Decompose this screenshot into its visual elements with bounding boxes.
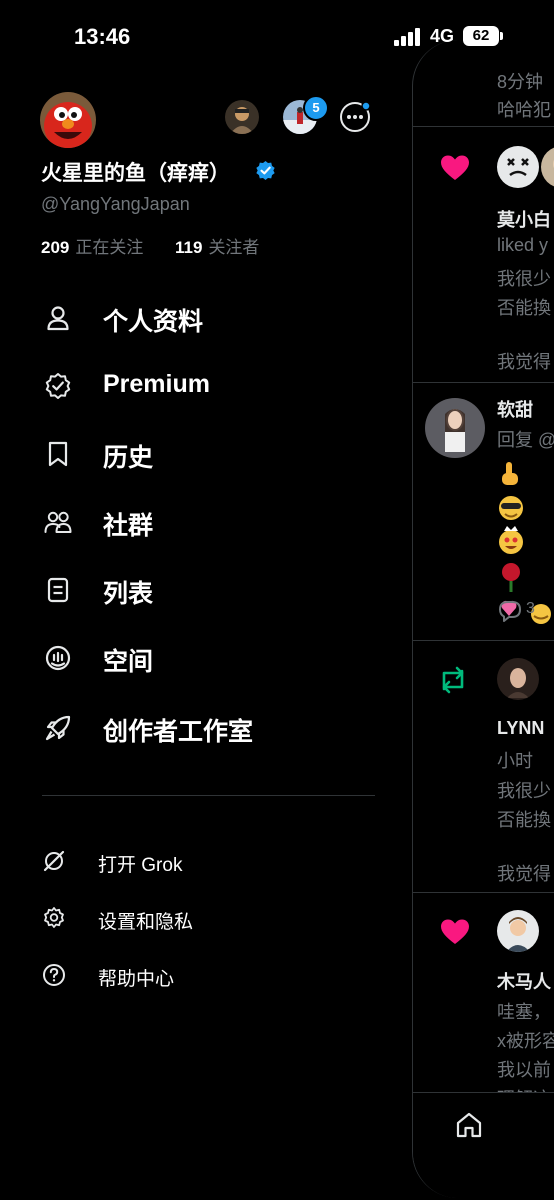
communities-icon: [44, 511, 72, 533]
feed-text: 我觉得: [497, 352, 551, 372]
notification-badge: 5: [303, 95, 329, 121]
avatar-image: [541, 146, 554, 188]
feed-divider: [413, 640, 554, 641]
nav-item-lists[interactable]: 列表: [40, 566, 380, 614]
feed-username: 木马人: [497, 972, 551, 992]
feed-text: x被形容: [497, 1031, 554, 1051]
menu-label: 帮助中心: [98, 969, 175, 990]
person-icon: [47, 306, 69, 331]
user-handle: @YangYangJapan: [41, 194, 190, 214]
network-type: 4G: [430, 26, 455, 46]
status-time: 13:46: [74, 24, 131, 49]
feed-text: 哇塞，: [497, 1002, 551, 1022]
nav-divider: [42, 795, 375, 796]
nav-label: 个人资料: [103, 308, 204, 336]
feed-username: 莫小白: [497, 210, 551, 230]
feed-username: 软甜: [497, 400, 533, 420]
avatar-image: [425, 398, 485, 458]
battery-tip: [500, 32, 503, 40]
timeline-panel[interactable]: 8分钟 哈哈犯 莫小白 liked y 我很少 否能換 我觉得 软甜 回复 @: [412, 40, 554, 1198]
avatar-image: [497, 146, 539, 188]
nav-item-history[interactable]: 历史: [40, 430, 380, 478]
nav-label: 社群: [103, 512, 154, 540]
heart-icon: [441, 919, 469, 944]
nav-label: Premium: [103, 370, 210, 398]
user-avatar[interactable]: [497, 146, 539, 188]
menu-label: 设置和隐私: [98, 912, 194, 933]
menu-label: 打开 Grok: [98, 855, 183, 876]
rocket-icon: [45, 715, 71, 741]
premium-badge-icon: [45, 373, 71, 399]
nav-label: 列表: [103, 580, 154, 608]
help-icon: [43, 964, 65, 986]
feed-text: 我以前: [497, 1060, 551, 1080]
followers-count: 119: [175, 238, 203, 257]
feed-text: 否能換: [497, 810, 551, 830]
feed-divider: [413, 382, 554, 383]
feed-text: liked y: [497, 235, 549, 255]
feed-username: LYNN: [497, 718, 545, 738]
followers-label: 关注者: [208, 238, 260, 257]
grok-icon: [43, 850, 65, 872]
spaces-icon: [45, 645, 71, 671]
feed-text: 否能換: [497, 298, 551, 318]
feed-divider: [413, 126, 554, 127]
followers-link[interactable]: 119 关注者: [175, 233, 259, 258]
menu-item-open-grok[interactable]: 打开 Grok: [40, 843, 340, 879]
feed-text: 小时: [497, 751, 533, 771]
nav-item-spaces[interactable]: 空间: [40, 634, 380, 682]
nav-label: 空间: [103, 648, 154, 676]
retweet-icon: [442, 666, 464, 694]
nav-item-premium[interactable]: Premium: [40, 362, 380, 410]
menu-item-settings[interactable]: 设置和隐私: [40, 900, 340, 936]
home-icon[interactable]: [455, 1111, 483, 1139]
following-label: 正在关注: [75, 238, 144, 257]
feed-text: 我很少: [497, 269, 551, 289]
reply-icon[interactable]: [497, 600, 523, 622]
reply-count: 3: [526, 600, 535, 617]
feed-divider: [413, 892, 554, 893]
more-options-icon[interactable]: [339, 101, 371, 133]
signal-icon: [394, 28, 420, 46]
user-avatar[interactable]: [541, 146, 554, 188]
switch-account-avatar-1[interactable]: [225, 100, 259, 134]
account-avatar-image: [225, 100, 259, 134]
gear-icon: [44, 907, 64, 928]
menu-item-help-center[interactable]: 帮助中心: [40, 957, 340, 993]
avatar-image: [497, 910, 539, 952]
bottom-tab-bar: [413, 1092, 554, 1198]
following-count: 209: [41, 238, 70, 257]
user-avatar[interactable]: [425, 398, 485, 458]
list-icon: [47, 577, 69, 603]
verified-badge-icon: [256, 160, 275, 181]
nav-item-communities[interactable]: 社群: [40, 498, 380, 546]
feed-text: 我很少: [497, 781, 551, 801]
following-link[interactable]: 209 正在关注: [41, 233, 143, 258]
user-avatar[interactable]: [497, 658, 539, 700]
elmo-avatar-image: [40, 92, 96, 148]
battery-icon: 62: [463, 26, 499, 46]
user-avatar[interactable]: [497, 910, 539, 952]
avatar-image: [497, 658, 539, 700]
profile-avatar[interactable]: [40, 92, 96, 148]
heart-icon: [441, 155, 469, 180]
nav-item-profile[interactable]: 个人资料: [40, 294, 380, 342]
feed-text: 我觉得: [497, 864, 551, 884]
bookmark-icon: [48, 441, 68, 467]
nav-label: 历史: [103, 444, 154, 472]
display-name[interactable]: 火星里的鱼（痒痒）: [41, 157, 230, 187]
nav-item-creator-studio[interactable]: 创作者工作室: [40, 704, 380, 752]
feed-text: 回复 @: [497, 430, 554, 450]
nav-label: 创作者工作室: [103, 718, 254, 746]
feed-text: 哈哈犯: [497, 100, 551, 120]
status-bar: 13:46 4G 62: [0, 0, 554, 76]
